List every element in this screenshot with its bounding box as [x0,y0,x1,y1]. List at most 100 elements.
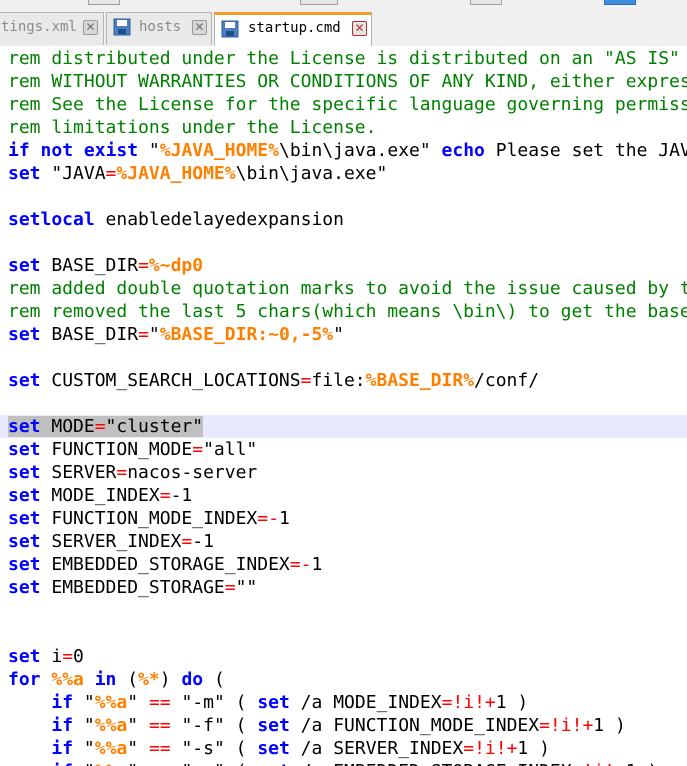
code-line[interactable]: set BASE_DIR="%BASE_DIR:~0,-5%" [8,323,344,346]
code-token: =!i!+ [463,738,518,759]
code-token: if [8,140,30,161]
tab-label: tings.xml [1,19,77,35]
code-token: "JAVA [40,163,106,184]
code-token: i [40,646,63,667]
code-line[interactable]: rem See the License for the specific lan… [8,93,687,116]
code-token: " [127,761,149,766]
code-token: set [8,370,41,391]
code-line[interactable]: set FUNCTION_MODE="all" [8,438,257,461]
close-icon[interactable]: ✕ [352,21,367,36]
code-token: " [73,715,95,736]
code-line[interactable]: set CUSTOM_SEARCH_LOCATIONS=file:%BASE_D… [8,369,539,392]
code-token: set [257,738,290,759]
code-token: =!i!+ [441,692,496,713]
tab-label: startup.cmd [248,20,341,36]
code-token: = [138,324,149,345]
code-token: MODE [40,416,95,437]
toolbar-edge [604,0,636,5]
code-line[interactable]: rem removed the last 5 chars(which means… [8,300,687,323]
code-token: =!i!+ [572,761,626,766]
code-token: "-s" ( [170,738,258,759]
code-token: FUNCTION_MODE_INDEX [40,508,258,529]
code-token: = [116,462,128,483]
code-token: rem limitations under the License. [8,117,377,138]
code-token: " [73,761,95,766]
code-token: 1 [311,554,323,575]
code-token: " [73,692,95,713]
code-token: rem distributed under the License is dis… [8,48,687,69]
tab-hosts[interactable]: hosts ✕ [106,12,212,45]
code-line[interactable]: set SERVER=nacos-server [8,461,257,484]
code-line[interactable]: if not exist "%JAVA_HOME%\bin\java.exe" … [8,139,687,162]
code-token: %* [138,669,160,690]
tab-settings-xml[interactable]: tings.xml ✕ [0,12,104,45]
code-line[interactable]: set FUNCTION_MODE_INDEX=-1 [8,507,290,530]
code-token: =!i!+ [539,715,594,736]
code-line[interactable]: set MODE_INDEX=-1 [8,484,192,507]
code-line[interactable]: if "%%a" == "-f" ( set /a FUNCTION_MODE_… [8,714,625,737]
code-line[interactable]: rem added double quotation marks to avoi… [8,277,687,300]
tab-label: hosts [139,19,182,35]
code-line[interactable]: set EMBEDDED_STORAGE="" [8,576,257,599]
code-line[interactable]: if "%%a" == "-m" ( set /a MODE_INDEX=!i!… [8,691,528,714]
code-token: " [333,324,344,345]
code-token: file: [311,370,366,391]
code-token: -1 [170,485,193,506]
code-token: echo [441,140,485,161]
code-token: -1 [192,531,214,552]
code-token: "-m" ( [170,692,258,713]
code-token: SERVER_INDEX [40,531,182,552]
code-token: EMBEDDED_STORAGE_INDEX [40,554,290,575]
code-token: \bin\java.exe" [235,163,388,184]
code-token: Please set the JAVA_HOME variable in you… [495,140,687,161]
code-token: = [159,485,171,506]
close-icon[interactable]: ✕ [192,20,207,35]
code-token: = [62,646,74,667]
code-line[interactable]: for %%a in (%*) do ( [8,668,225,691]
code-line[interactable]: set "JAVA=%JAVA_HOME%\bin\java.exe" [8,162,387,185]
code-line[interactable]: setlocal enabledelayedexpansion [8,208,344,231]
code-line[interactable]: set MODE="cluster" [8,415,204,438]
code-line[interactable]: set SERVER_INDEX=-1 [8,530,214,553]
code-token: " [148,324,160,345]
save-icon [221,20,239,38]
code-line[interactable]: rem distributed under the License is dis… [8,47,687,70]
code-line[interactable]: set EMBEDDED_STORAGE_INDEX=-1 [8,553,322,576]
code-line[interactable]: set BASE_DIR=%~dp0 [8,254,203,277]
code-token: ( [203,669,225,690]
tab-startup-cmd[interactable]: startup.cmd ✕ [214,12,372,46]
code-token: MODE_INDEX [40,485,160,506]
code-line[interactable]: rem WITHOUT WARRANTIES OR CONDITIONS OF … [8,70,687,93]
code-line[interactable]: if "%%a" == "-p" ( set /a EMBEDDED_STORA… [8,760,658,766]
code-token: = [300,370,312,391]
code-token: %JAVA_HOME% [159,140,279,161]
code-token: set [8,531,41,552]
code-token: for [8,669,41,690]
code-token: EMBEDDED_STORAGE [40,577,225,598]
code-token: "cluster" [105,416,204,437]
code-token: == [148,715,171,736]
code-token: %%a [95,761,128,766]
code-line[interactable]: if "%%a" == "-s" ( set /a SERVER_INDEX=!… [8,737,550,760]
code-token: set [8,163,41,184]
code-token: ( [116,669,139,690]
code-token: %BASE_DIR:~0,-5% [159,324,334,345]
tab-bar: tings.xml ✕ hosts ✕ startup.cmd ✕ [0,0,687,46]
code-token: rem WITHOUT WARRANTIES OR CONDITIONS OF … [8,71,687,92]
code-token: if [51,692,74,713]
code-token: not [40,140,74,161]
code-token: if [51,715,74,736]
code-token: " [127,715,149,736]
code-token: =- [257,508,279,529]
code-editor[interactable]: rem distributed under the License is dis… [0,46,687,766]
code-token: rem added double quotation marks to avoi… [8,278,687,299]
code-token: 1 ) [626,761,659,766]
code-line[interactable]: set i=0 [8,645,84,668]
close-icon[interactable]: ✕ [83,20,98,35]
code-line[interactable]: rem limitations under the License. [8,116,376,139]
code-token: FUNCTION_MODE [40,439,193,460]
